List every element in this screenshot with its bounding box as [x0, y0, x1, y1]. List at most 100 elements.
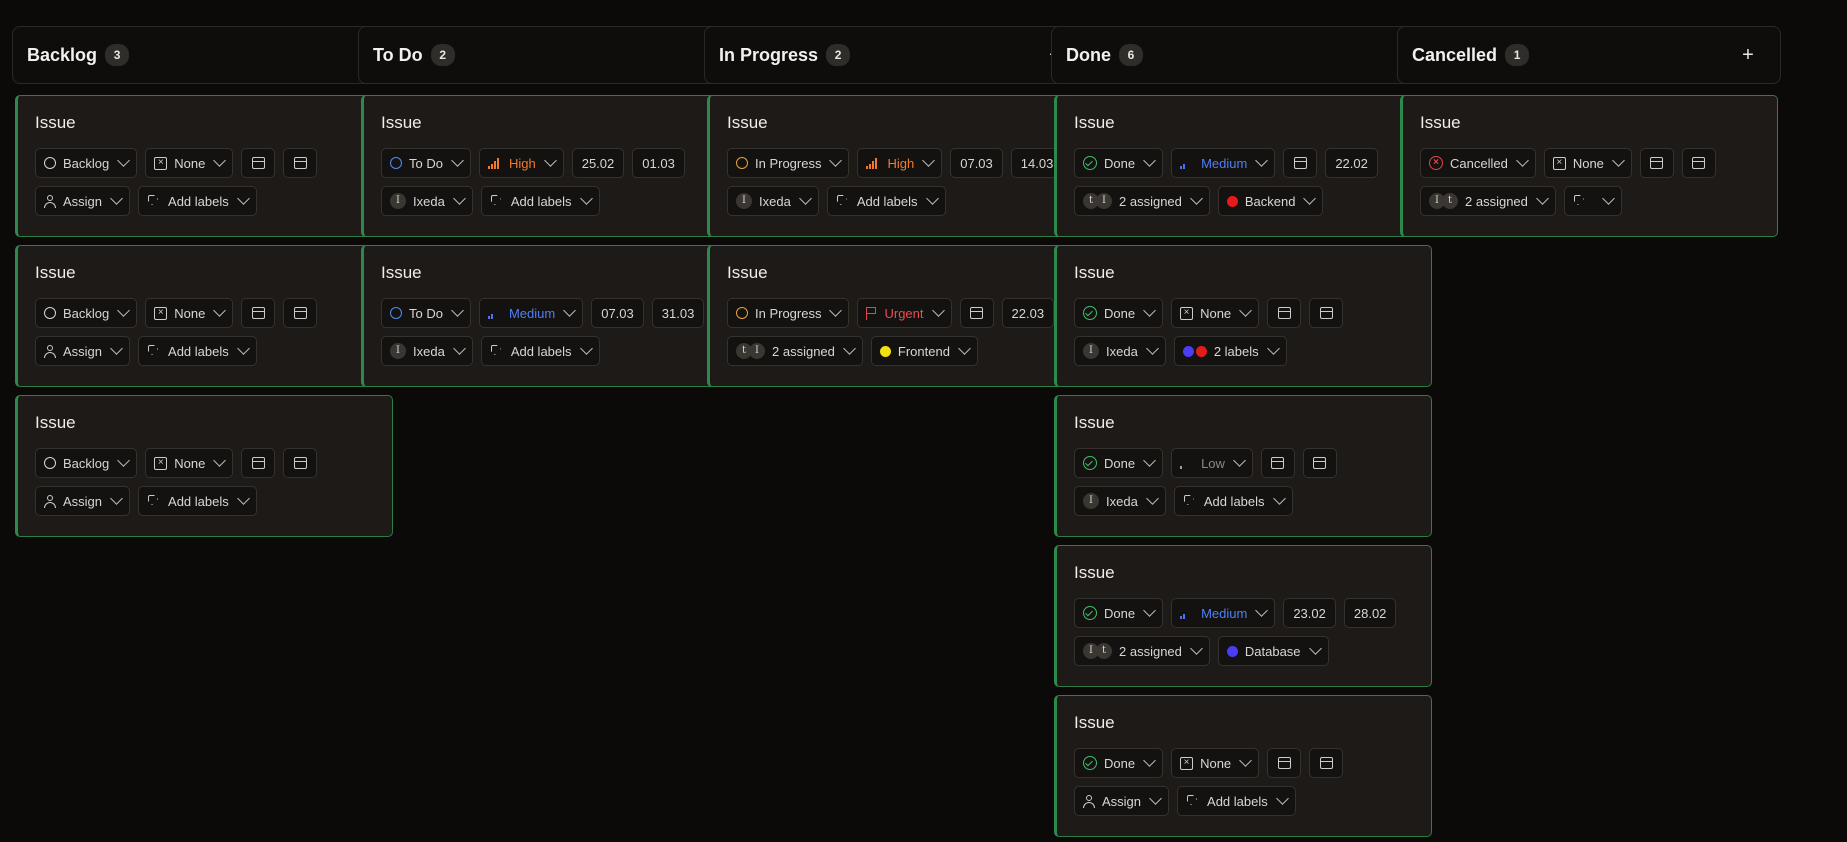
- status-dropdown[interactable]: Backlog: [35, 148, 138, 178]
- priority-dropdown[interactable]: Low: [1171, 448, 1253, 478]
- start-date-button[interactable]: [241, 448, 276, 478]
- labels-dropdown[interactable]: Add labels: [826, 186, 946, 216]
- priority-dropdown[interactable]: × None: [145, 448, 234, 478]
- priority-dropdown[interactable]: High: [478, 148, 564, 178]
- issue-card[interactable]: Issue Backlog × None Assign Add labels: [15, 95, 393, 237]
- issue-card[interactable]: Issue Backlog × None Assign Add labels: [15, 245, 393, 387]
- assignee-dropdown[interactable]: tI 2 assigned: [1074, 186, 1210, 216]
- issue-card[interactable]: Issue Done × None I Ixeda 2 labels: [1054, 245, 1432, 387]
- status-dropdown[interactable]: Done: [1074, 748, 1164, 778]
- issue-title[interactable]: Issue: [1074, 112, 1431, 134]
- issue-title[interactable]: Issue: [1074, 262, 1431, 284]
- priority-dropdown[interactable]: Urgent: [857, 298, 952, 328]
- issue-card[interactable]: Issue × Cancelled × None It 2 assigned: [1400, 95, 1778, 237]
- status-dropdown[interactable]: To Do: [381, 148, 471, 178]
- assignee-dropdown[interactable]: I Ixeda: [381, 336, 473, 366]
- priority-dropdown[interactable]: Medium: [1171, 148, 1276, 178]
- issue-title[interactable]: Issue: [35, 412, 392, 434]
- labels-dropdown[interactable]: Frontend: [870, 336, 978, 366]
- due-date-button[interactable]: 22.03: [1001, 298, 1055, 328]
- start-date-button[interactable]: 25.02: [571, 148, 625, 178]
- issue-title[interactable]: Issue: [35, 262, 392, 284]
- start-date-button[interactable]: [1267, 748, 1302, 778]
- issue-title[interactable]: Issue: [1420, 112, 1777, 134]
- labels-dropdown[interactable]: Backend: [1217, 186, 1324, 216]
- issue-title[interactable]: Issue: [1074, 412, 1431, 434]
- issue-card[interactable]: Issue In Progress Urgent 22.03 t I 2 assigned F…: [707, 245, 1085, 387]
- add-issue-button[interactable]: +: [1736, 43, 1760, 67]
- assignee-dropdown[interactable]: I Ixeda: [1074, 486, 1166, 516]
- issue-card[interactable]: Issue To Do Medium 07.03 31.03 I Ixeda Add labe…: [361, 245, 739, 387]
- issue-title[interactable]: Issue: [1074, 712, 1431, 734]
- priority-dropdown[interactable]: × None: [1171, 748, 1260, 778]
- priority-dropdown[interactable]: × None: [145, 298, 234, 328]
- priority-dropdown[interactable]: Medium: [1171, 598, 1276, 628]
- priority-dropdown[interactable]: × None: [1171, 298, 1260, 328]
- status-dropdown[interactable]: Done: [1074, 148, 1164, 178]
- status-dropdown[interactable]: Done: [1074, 298, 1164, 328]
- priority-dropdown[interactable]: × None: [1543, 148, 1632, 178]
- start-date-button[interactable]: 07.03: [950, 148, 1003, 178]
- status-dropdown[interactable]: Done: [1074, 448, 1164, 478]
- assignee-dropdown[interactable]: Assign: [1074, 786, 1170, 816]
- status-dropdown[interactable]: × Cancelled: [1420, 148, 1536, 178]
- labels-dropdown[interactable]: Add labels: [480, 186, 600, 216]
- due-date-button[interactable]: [1302, 448, 1337, 478]
- due-date-button[interactable]: 01.03: [632, 148, 685, 178]
- issue-title[interactable]: Issue: [727, 262, 1084, 284]
- issue-card[interactable]: Issue Done Medium 22.02 t I 2 assigned Backend: [1054, 95, 1432, 237]
- due-date-button[interactable]: [283, 298, 318, 328]
- priority-dropdown[interactable]: Medium: [478, 298, 584, 328]
- start-date-button[interactable]: [1283, 148, 1318, 178]
- start-date-button[interactable]: 23.02: [1283, 598, 1336, 628]
- due-date-button[interactable]: [283, 148, 318, 178]
- status-dropdown[interactable]: Backlog: [35, 448, 138, 478]
- due-date-button[interactable]: [1309, 748, 1344, 778]
- issue-card[interactable]: Issue To Do High 25.02 01.03 I Ixeda Add labels: [361, 95, 739, 237]
- due-date-button[interactable]: [283, 448, 318, 478]
- labels-dropdown[interactable]: Add labels: [1177, 786, 1296, 816]
- issue-title[interactable]: Issue: [35, 112, 392, 134]
- priority-dropdown[interactable]: × None: [145, 148, 234, 178]
- labels-dropdown[interactable]: Add labels: [138, 336, 257, 366]
- assignee-dropdown[interactable]: Assign: [35, 336, 131, 366]
- labels-dropdown[interactable]: Add labels: [1173, 486, 1293, 516]
- issue-card[interactable]: Issue Done × None Assign Add labels: [1054, 695, 1432, 837]
- labels-dropdown[interactable]: [1563, 186, 1622, 216]
- start-date-button[interactable]: 07.03: [591, 298, 644, 328]
- issue-card[interactable]: Issue Done Low I Ixeda Add labels: [1054, 395, 1432, 537]
- due-date-button[interactable]: 28.02: [1343, 598, 1397, 628]
- status-dropdown[interactable]: In Progress: [727, 298, 850, 328]
- due-date-button[interactable]: [1309, 298, 1344, 328]
- assignee-dropdown[interactable]: It 2 assigned: [1420, 186, 1556, 216]
- status-dropdown[interactable]: To Do: [381, 298, 471, 328]
- status-dropdown[interactable]: Backlog: [35, 298, 138, 328]
- issue-title[interactable]: Issue: [381, 262, 738, 284]
- assignee-dropdown[interactable]: I Ixeda: [727, 186, 819, 216]
- start-date-button[interactable]: [1267, 298, 1302, 328]
- assignee-dropdown[interactable]: Assign: [35, 186, 131, 216]
- issue-card[interactable]: Issue Done Medium 23.02 28.02 It 2 assigned Dat…: [1054, 545, 1432, 687]
- due-date-button[interactable]: 31.03: [651, 298, 705, 328]
- assignee-dropdown[interactable]: tI 2 assigned: [727, 336, 863, 366]
- labels-dropdown[interactable]: Add labels: [138, 486, 257, 516]
- assignee-dropdown[interactable]: It 2 assigned: [1074, 636, 1210, 666]
- status-dropdown[interactable]: In Progress: [727, 148, 850, 178]
- labels-dropdown[interactable]: Add labels: [138, 186, 257, 216]
- start-date-button[interactable]: [959, 298, 994, 328]
- start-date-button[interactable]: [241, 298, 276, 328]
- issue-card[interactable]: Issue Backlog × None Assign Add labels: [15, 395, 393, 537]
- labels-dropdown[interactable]: Database: [1217, 636, 1329, 666]
- priority-dropdown[interactable]: High: [857, 148, 943, 178]
- status-dropdown[interactable]: Done: [1074, 598, 1164, 628]
- due-date-button[interactable]: 22.02: [1325, 148, 1378, 178]
- assignee-dropdown[interactable]: I Ixeda: [1074, 336, 1166, 366]
- issue-title[interactable]: Issue: [727, 112, 1084, 134]
- assignee-dropdown[interactable]: Assign: [35, 486, 131, 516]
- start-date-button[interactable]: [1260, 448, 1295, 478]
- start-date-button[interactable]: [1639, 148, 1674, 178]
- labels-dropdown[interactable]: 2 labels: [1173, 336, 1287, 366]
- assignee-dropdown[interactable]: I Ixeda: [381, 186, 473, 216]
- issue-title[interactable]: Issue: [381, 112, 738, 134]
- issue-title[interactable]: Issue: [1074, 562, 1431, 584]
